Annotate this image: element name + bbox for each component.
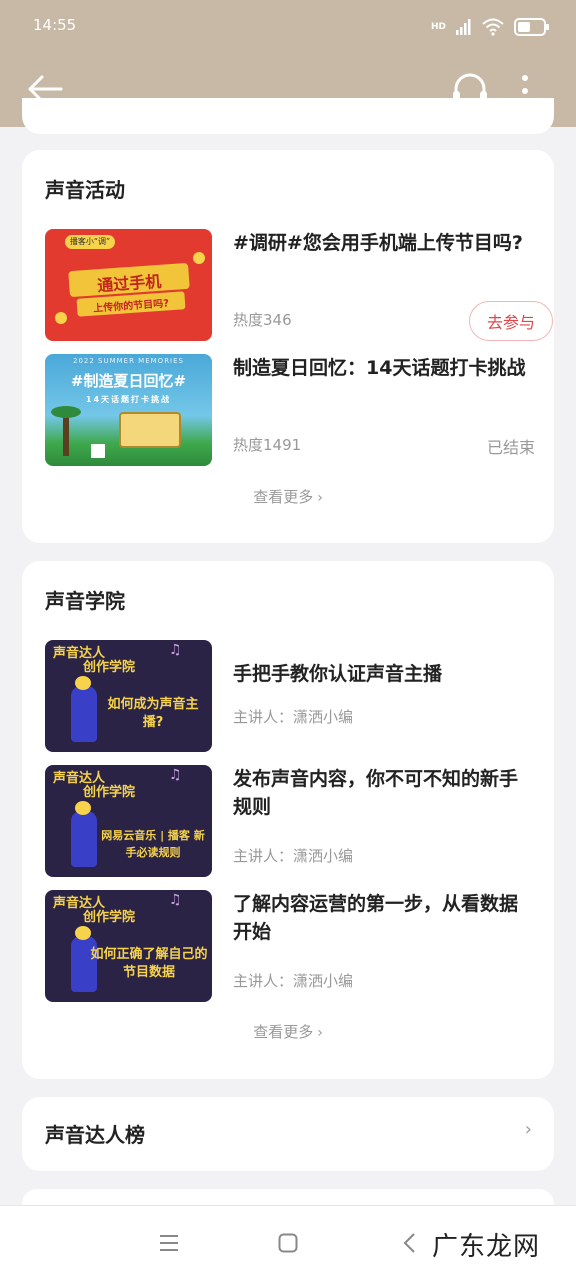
activities-card: 声音活动 播客小“调” 通过手机 上传你的节目吗? #调研#您会用手机端上传节目… [22, 150, 554, 543]
activity-thumbnail: 播客小“调” 通过手机 上传你的节目吗? [45, 229, 212, 341]
network-type-label: HD [430, 22, 446, 32]
thumbnail-headline: #制造夏日回忆# [70, 372, 187, 390]
see-more-label: 查看更多 [253, 488, 314, 506]
activity-heat: 热度346 [233, 311, 292, 329]
course-thumbnail: 声音达人 创作学院 ♫ 网易云音乐 | 播客 新手必读规则 [45, 765, 212, 877]
menu-icon [160, 1235, 178, 1251]
chevron-right-icon: › [524, 1119, 532, 1140]
activity-item[interactable]: 2022 SUMMER MEMORIES #制造夏日回忆# 14天话题打卡挑战 … [45, 354, 535, 466]
academy-see-more-link[interactable]: 查看更多 › [22, 1021, 554, 1042]
thumbnail-topic: 如何成为声音主播? [107, 697, 199, 730]
home-button[interactable] [271, 1226, 305, 1260]
course-thumbnail: 声音达人 创作学院 ♫ 如何成为声音主播? [45, 640, 212, 752]
emoji-decoration-icon [193, 252, 205, 264]
ranking-card[interactable]: 声音达人榜 › [22, 1097, 554, 1171]
thumbnail-topic: 如何正确了解自己的节目数据 [90, 947, 208, 980]
academy-card: 声音学院 声音达人 创作学院 ♫ 如何成为声音主播? 手把手教你认证声音主播 主… [22, 561, 554, 1079]
thumbnail-subtitle: 14天话题打卡挑战 [85, 395, 172, 404]
course-title: 了解内容运营的第一步，从看数据开始 [233, 893, 519, 943]
thumbnail-subtitle: 上传你的节目吗? [92, 298, 170, 315]
figure-head [75, 676, 91, 690]
sitting-figure-icon [71, 811, 97, 867]
thumbnail-badge: 2022 SUMMER MEMORIES [72, 357, 184, 365]
chevron-right-icon: › [317, 490, 323, 506]
cat-icon [91, 444, 105, 458]
status-time: 14:55 [33, 16, 77, 34]
watermark: 广东龙网 [431, 1232, 540, 1262]
activities-title: 声音活动 [45, 178, 125, 202]
signal-icon [456, 19, 471, 35]
course-title: 发布声音内容，你不可不知的新手规则 [233, 768, 519, 818]
course-lecturer: 主讲人：潇洒小编 [233, 708, 354, 726]
join-button[interactable]: 去参与 [469, 301, 553, 341]
music-note-icon: ♫ [169, 767, 182, 783]
course-item[interactable]: 声音达人 创作学院 ♫ 网易云音乐 | 播客 新手必读规则 发布声音内容，你不可… [45, 765, 535, 877]
course-item[interactable]: 声音达人 创作学院 ♫ 如何正确了解自己的节目数据 了解内容运营的第一步，从看数… [45, 890, 535, 1002]
course-item[interactable]: 声音达人 创作学院 ♫ 如何成为声音主播? 手把手教你认证声音主播 主讲人：潇洒… [45, 640, 535, 752]
ranking-title: 声音达人榜 [45, 1123, 145, 1147]
system-nav-bar: 广东龙网 [0, 1205, 576, 1280]
academy-title: 声音学院 [45, 589, 125, 613]
course-lecturer: 主讲人：潇洒小编 [233, 972, 354, 990]
status-bar: 14:55 HD [0, 0, 576, 52]
course-title: 手把手教你认证声音主播 [233, 663, 443, 685]
activity-heat: 热度1491 [233, 436, 302, 454]
thumbnail-badge: 播客小“调” [65, 235, 115, 249]
wifi-icon [482, 18, 504, 36]
nav-back-button[interactable] [392, 1226, 426, 1260]
emoji-decoration-icon [55, 312, 67, 324]
music-note-icon: ♫ [169, 892, 182, 908]
activities-see-more-link[interactable]: 查看更多 › [22, 486, 554, 507]
thumbnail-head-2: 创作学院 [83, 785, 136, 800]
home-square-icon [278, 1233, 298, 1253]
palm-leaves [51, 406, 81, 418]
previous-card-bottom [22, 98, 554, 134]
figure-head [75, 926, 91, 940]
course-lecturer: 主讲人：潇洒小编 [233, 847, 354, 865]
thumbnail-topic: 网易云音乐 | 播客 新手必读规则 [101, 829, 205, 859]
music-note-icon: ♫ [169, 642, 182, 658]
cassette-icon [119, 412, 181, 448]
status-icons: HD [431, 16, 550, 38]
thumbnail-head-2: 创作学院 [83, 660, 136, 675]
thumbnail-head-2: 创作学院 [83, 910, 136, 925]
activity-title: 制造夏日回忆：14天话题打卡挑战 [233, 357, 526, 379]
battery-icon [514, 18, 549, 36]
palm-tree-icon [63, 412, 69, 456]
chevron-right-icon: › [317, 1025, 323, 1041]
sitting-figure-icon [71, 686, 97, 742]
activity-status: 已结束 [486, 438, 535, 457]
activity-title: #调研#您会用手机端上传节目吗? [233, 232, 523, 254]
back-chevron-icon [403, 1233, 415, 1253]
see-more-label: 查看更多 [253, 1023, 314, 1041]
menu-button[interactable] [152, 1226, 186, 1260]
activity-thumbnail: 2022 SUMMER MEMORIES #制造夏日回忆# 14天话题打卡挑战 [45, 354, 212, 466]
figure-head [75, 801, 91, 815]
activity-item[interactable]: 播客小“调” 通过手机 上传你的节目吗? #调研#您会用手机端上传节目吗? 热度… [45, 229, 553, 341]
course-thumbnail: 声音达人 创作学院 ♫ 如何正确了解自己的节目数据 [45, 890, 212, 1002]
